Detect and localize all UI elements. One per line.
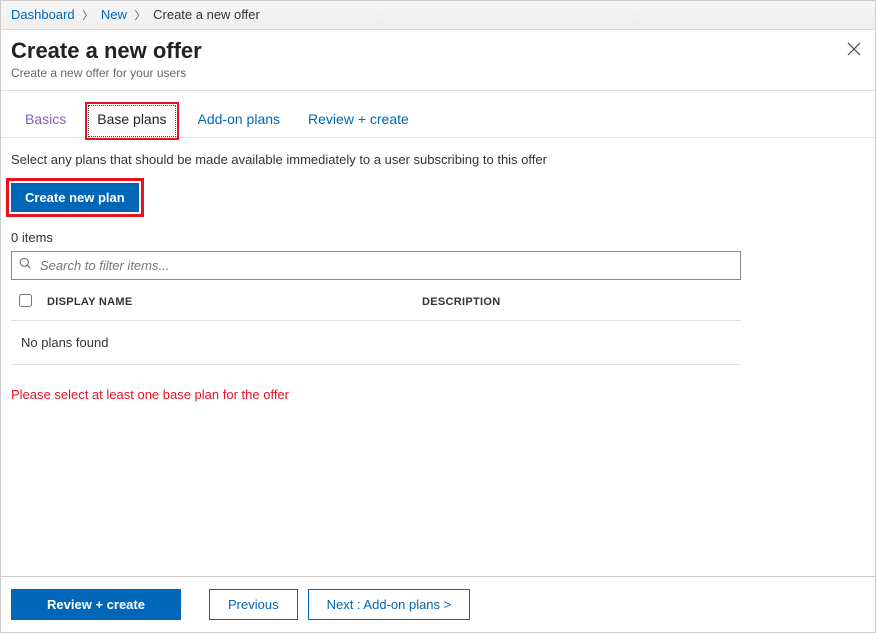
main-content: Select any plans that should be made ava… [1,138,875,412]
breadcrumb-item-dashboard[interactable]: Dashboard [11,7,75,22]
breadcrumb-item-new[interactable]: New [101,7,127,22]
search-icon [19,257,32,273]
column-description[interactable]: DESCRIPTION [422,296,733,308]
review-create-button[interactable]: Review + create [11,589,181,620]
select-all-cell [19,294,47,310]
table-body: No plans found [11,321,741,365]
next-button[interactable]: Next : Add-on plans > [308,589,471,620]
footer-bar: Review + create Previous Next : Add-on p… [1,576,875,632]
page-title: Create a new offer [11,38,865,64]
page-header: Create a new offer Create a new offer fo… [1,30,875,91]
create-new-plan-button[interactable]: Create new plan [11,183,139,212]
tab-review[interactable]: Review + create [302,105,415,137]
filter-input[interactable] [11,251,741,280]
page-subtitle: Create a new offer for your users [11,66,865,80]
tab-base-plans[interactable]: Base plans [88,105,175,137]
previous-button[interactable]: Previous [209,589,298,620]
items-count-label: 0 items [11,230,865,245]
close-icon[interactable] [847,40,861,61]
instruction-text: Select any plans that should be made ava… [11,152,865,167]
chevron-right-icon: 〉 [135,10,146,22]
tab-basics[interactable]: Basics [19,105,72,137]
chevron-right-icon: 〉 [82,10,93,22]
tab-bar: Basics Base plans Add-on plans Review + … [1,91,875,138]
tab-addon-plans[interactable]: Add-on plans [192,105,287,137]
table-header-row: DISPLAY NAME DESCRIPTION [11,284,741,321]
column-display-name[interactable]: DISPLAY NAME [47,296,422,308]
breadcrumb-item-current: Create a new offer [153,7,260,22]
filter-container [11,251,741,280]
empty-state-text: No plans found [11,321,741,364]
breadcrumb: Dashboard 〉 New 〉 Create a new offer [1,1,875,30]
validation-error: Please select at least one base plan for… [11,387,865,402]
select-all-checkbox[interactable] [19,294,32,307]
